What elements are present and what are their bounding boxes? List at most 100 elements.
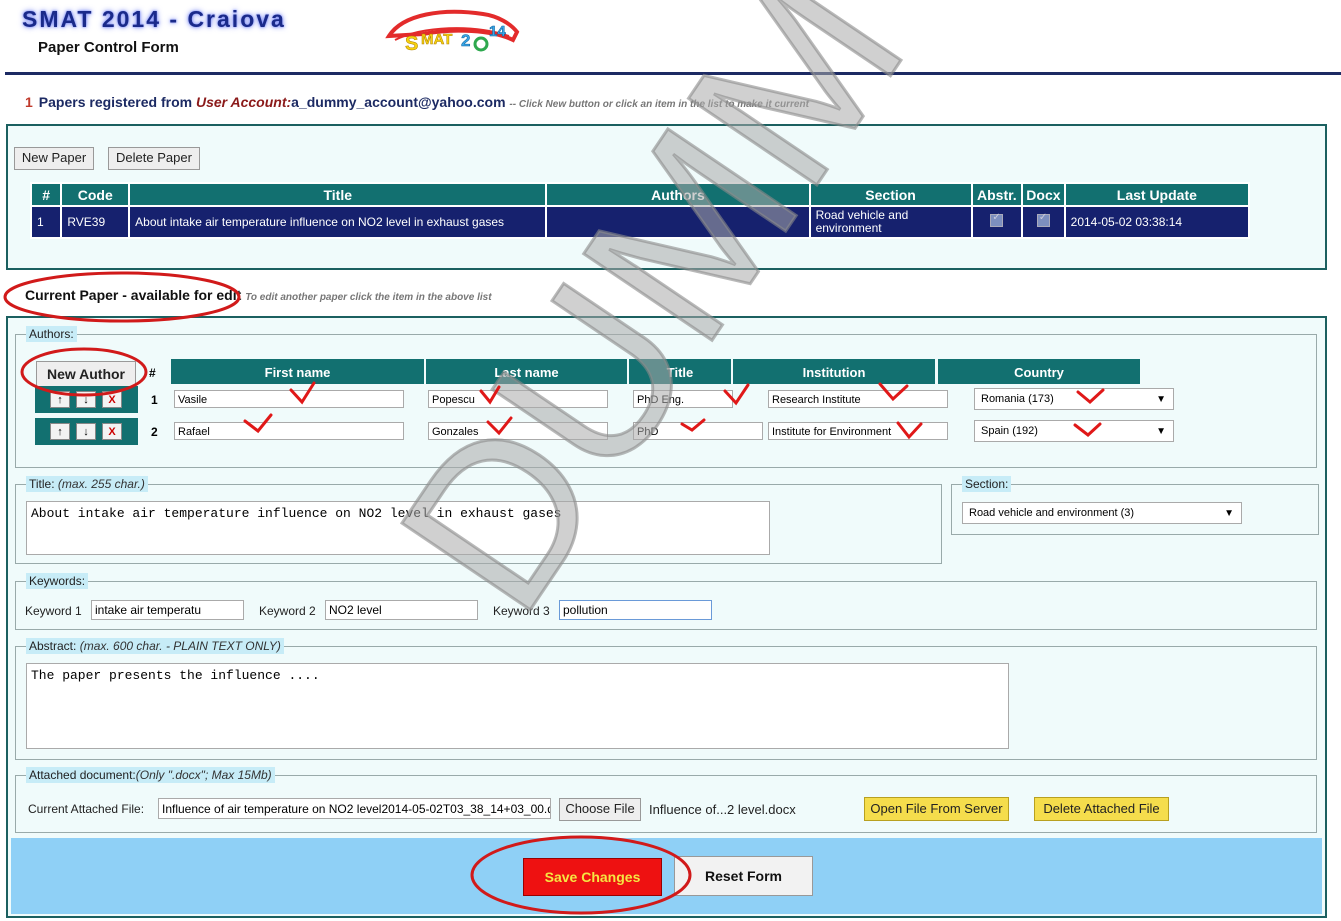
last-name-input[interactable]: Popescu — [428, 390, 608, 408]
attachment-legend: Attached document:(Only ".docx"; Max 15M… — [26, 767, 275, 783]
registration-hint: -- Click New button or click an item in … — [509, 99, 809, 110]
first-name-input[interactable]: Vasile — [174, 390, 404, 408]
cell-last-update: 2014-05-02 03:38:14 — [1065, 207, 1248, 237]
col-authors: Authors — [547, 184, 809, 205]
registration-prefix: Papers registered from — [38, 94, 193, 110]
abstract-legend-label: Abstract: — [29, 639, 77, 653]
col-country: Country — [938, 359, 1140, 384]
registration-info: 1 Papers registered from User Account:a_d… — [25, 94, 809, 110]
papers-table: # Code Title Authors Section Abstr. Docx… — [30, 182, 1250, 239]
title-legend: Title: (max. 255 char.) — [26, 476, 148, 492]
author-title-input[interactable]: PhD Eng. — [633, 390, 733, 408]
author-num: 2 — [151, 425, 158, 439]
authors-legend: Authors: — [26, 326, 77, 342]
col-last-name: Last name — [426, 359, 627, 384]
move-down-button[interactable]: ↓ — [76, 423, 96, 440]
edit-panel: Authors: New Author # First name Last na… — [6, 316, 1327, 918]
new-paper-button[interactable]: New Paper — [14, 147, 94, 170]
cell-docx — [1023, 207, 1064, 237]
institution-input[interactable]: Institute for Environment — [768, 422, 948, 440]
keyword-1-label: Keyword 1 — [25, 604, 82, 618]
cell-num: 1 — [32, 207, 61, 237]
delete-paper-button[interactable]: Delete Paper — [108, 147, 200, 170]
current-paper-heading: Current Paper - available for edit To ed… — [25, 287, 492, 303]
author-num: 1 — [151, 393, 158, 407]
col-num: # — [32, 184, 61, 205]
title-legend-label: Title: — [29, 477, 55, 491]
cell-authors — [547, 207, 809, 237]
account-email: a_dummy_account@yahoo.com — [291, 94, 506, 110]
table-row[interactable]: 1 RVE39 About intake air temperature inf… — [32, 207, 1248, 237]
country-select[interactable]: Spain (192) ▼ — [974, 420, 1174, 442]
keywords-legend: Keywords: — [26, 573, 89, 589]
col-institution: Institution — [733, 359, 935, 384]
col-title: Title — [130, 184, 546, 205]
smat-logo: S MAT 2 14 — [385, 9, 520, 55]
title-textarea[interactable]: About intake air temperature influence o… — [26, 501, 770, 555]
author-row-controls: ↑ ↓ X — [35, 418, 138, 445]
svg-text:2: 2 — [461, 31, 470, 50]
dropdown-arrow-icon: ▼ — [1156, 426, 1166, 437]
authors-col-num: # — [149, 366, 156, 380]
author-title-input[interactable]: PhD — [633, 422, 763, 440]
keyword-1-input[interactable]: intake air temperatu — [91, 600, 244, 620]
svg-text:S: S — [405, 33, 418, 55]
section-value: Road vehicle and environment (3) — [969, 507, 1135, 519]
abstract-legend: Abstract: (max. 600 char. - PLAIN TEXT O… — [26, 638, 284, 654]
dropdown-arrow-icon: ▼ — [1224, 508, 1234, 519]
current-paper-hint: To edit another paper click the item in … — [245, 292, 492, 303]
delete-author-button[interactable]: X — [102, 423, 122, 440]
delete-author-button[interactable]: X — [102, 391, 122, 408]
section-select[interactable]: Road vehicle and environment (3) ▼ — [962, 502, 1242, 524]
cell-title: About intake air temperature influence o… — [130, 207, 546, 237]
attachment-legend-label: Attached document: — [29, 768, 136, 782]
institution-input[interactable]: Research Institute — [768, 390, 948, 408]
abstract-textarea[interactable]: The paper presents the influence .... — [26, 663, 1009, 749]
keyword-2-label: Keyword 2 — [259, 604, 316, 618]
action-bar: Save Changes Reset Form — [11, 838, 1322, 914]
country-value: Romania (173) — [981, 393, 1054, 405]
col-docx: Docx — [1023, 184, 1064, 205]
first-name-input[interactable]: Rafael — [174, 422, 404, 440]
new-author-button[interactable]: New Author — [36, 361, 136, 387]
abstract-checkbox — [990, 212, 1004, 227]
title-legend-hint: (max. 255 char.) — [57, 477, 145, 491]
paper-count: 1 — [25, 94, 33, 110]
move-up-button[interactable]: ↑ — [50, 423, 70, 440]
abstract-legend-hint: (max. 600 char. - PLAIN TEXT ONLY) — [79, 639, 281, 653]
svg-text:14: 14 — [489, 23, 506, 40]
dropdown-arrow-icon: ▼ — [1156, 394, 1166, 405]
svg-text:MAT: MAT — [421, 31, 452, 48]
app-title: SMAT 2014 - Craiova — [22, 6, 286, 32]
cell-section: Road vehicle and environment — [810, 207, 971, 237]
chosen-file-name: Influence of...2 level.docx — [649, 802, 796, 817]
move-down-button[interactable]: ↓ — [76, 391, 96, 408]
country-value: Spain (192) — [981, 425, 1038, 437]
keyword-2-input[interactable]: NO2 level — [325, 600, 478, 620]
delete-file-button[interactable]: Delete Attached File — [1034, 797, 1169, 821]
user-account-label: User Account: — [195, 94, 292, 110]
choose-file-button[interactable]: Choose File — [559, 798, 641, 821]
reset-form-button[interactable]: Reset Form — [674, 856, 813, 896]
cell-code: RVE39 — [62, 207, 129, 237]
current-file-input[interactable]: Influence of air temperature on NO2 leve… — [158, 798, 551, 819]
col-first-name: First name — [171, 359, 424, 384]
attachment-legend-hint: (Only ".docx"; Max 15Mb) — [135, 768, 272, 782]
page-subtitle: Paper Control Form — [38, 39, 179, 56]
cell-abstract — [972, 207, 1022, 237]
section-legend: Section: — [962, 476, 1012, 492]
save-changes-button[interactable]: Save Changes — [523, 858, 662, 896]
author-row-controls: ↑ ↓ X — [35, 386, 138, 413]
col-title: Title — [629, 359, 731, 384]
last-name-input[interactable]: Gonzales — [428, 422, 608, 440]
col-abstract: Abstr. — [972, 184, 1022, 205]
current-file-label: Current Attached File: — [28, 802, 145, 816]
col-last-update: Last Update — [1065, 184, 1248, 205]
country-select[interactable]: Romania (173) ▼ — [974, 388, 1174, 410]
keyword-3-input[interactable]: pollution — [559, 600, 712, 620]
header-divider — [5, 72, 1341, 75]
col-code: Code — [62, 184, 129, 205]
open-file-button[interactable]: Open File From Server — [864, 797, 1009, 821]
current-paper-label: Current Paper - available for edit — [25, 287, 242, 303]
move-up-button[interactable]: ↑ — [50, 391, 70, 408]
